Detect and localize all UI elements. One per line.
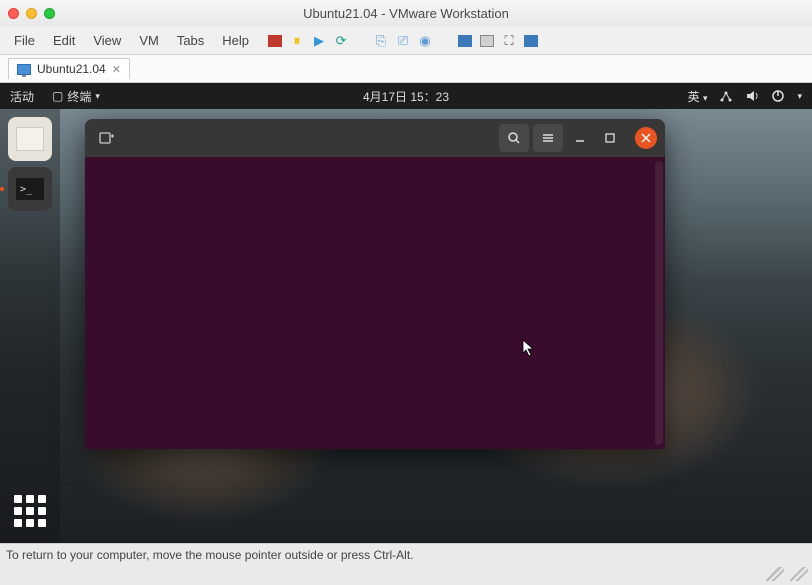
dock-item-files[interactable] [8, 117, 52, 161]
snapshot-icon[interactable]: ⎘ [373, 33, 389, 49]
volume-icon[interactable] [745, 89, 759, 103]
app-menu-label: 终端 [67, 88, 91, 105]
zoom-button[interactable] [44, 8, 55, 19]
scrollbar[interactable] [655, 161, 663, 445]
hamburger-menu-button[interactable] [533, 124, 563, 152]
console-icon[interactable] [479, 33, 495, 49]
network-icon[interactable] [719, 89, 733, 103]
camera-icon[interactable]: ◉ [417, 33, 433, 49]
cursor-icon [522, 339, 536, 357]
maximize-button[interactable] [597, 125, 623, 151]
window-title: Ubuntu21.04 - VMware Workstation [0, 6, 812, 21]
activities-button[interactable]: 活动 [10, 88, 34, 105]
input-method[interactable]: 英 ▾ [688, 88, 708, 105]
status-text: To return to your computer, move the mou… [6, 548, 414, 562]
menu-help[interactable]: Help [214, 30, 257, 51]
chevron-down-icon: ▾ [95, 91, 100, 102]
vm-viewport[interactable]: 活动 ▢ 终端 ▾ 4月17日 15：23 英 ▾ ▾ [0, 83, 812, 543]
gnome-topbar: 活动 ▢ 终端 ▾ 4月17日 15：23 英 ▾ ▾ [0, 83, 812, 109]
terminal-icon: ▢ [52, 89, 63, 103]
menu-file[interactable]: File [6, 30, 43, 51]
host-titlebar: Ubuntu21.04 - VMware Workstation [0, 0, 812, 27]
unity-icon[interactable] [457, 33, 473, 49]
app-menu[interactable]: ▢ 终端 ▾ [46, 86, 106, 107]
dock-item-terminal[interactable]: >_ [8, 167, 52, 211]
snapshot-manager-icon[interactable]: ⎚ [395, 33, 411, 49]
resize-grips [766, 567, 808, 581]
minimize-button[interactable] [567, 125, 593, 151]
pause-icon[interactable]: ⏸ [289, 33, 305, 49]
new-tab-button[interactable] [93, 124, 121, 152]
chevron-down-icon: ▾ [797, 91, 802, 102]
terminal-headerbar [85, 119, 665, 157]
menu-tabs[interactable]: Tabs [169, 30, 212, 51]
tabstrip: Ubuntu21.04 ✕ [0, 55, 812, 83]
dock-show-applications[interactable] [8, 489, 52, 533]
vm-tab-label: Ubuntu21.04 [37, 62, 106, 76]
terminal-prompt-icon: >_ [16, 178, 44, 200]
menu-edit[interactable]: Edit [45, 30, 83, 51]
search-button[interactable] [499, 124, 529, 152]
vm-tab[interactable]: Ubuntu21.04 ✕ [8, 58, 130, 79]
statusbar: To return to your computer, move the mou… [0, 543, 812, 585]
toolbar: ⏸ ▶ ⟳ ⎘ ⎚ ◉ ⛶ [267, 33, 539, 49]
menu-vm[interactable]: VM [131, 30, 167, 51]
terminal-body[interactable] [85, 157, 665, 449]
close-button[interactable] [635, 127, 657, 149]
window-controls [8, 8, 55, 19]
power-icon[interactable] [771, 89, 785, 103]
refresh-icon[interactable]: ⟳ [333, 33, 349, 49]
tab-close-icon[interactable]: ✕ [112, 63, 121, 76]
grip-icon [790, 567, 808, 581]
close-button[interactable] [8, 8, 19, 19]
grip-icon [766, 567, 784, 581]
menubar: File Edit View VM Tabs Help ⏸ ▶ ⟳ ⎘ ⎚ ◉ … [0, 27, 812, 55]
dock: >_ [0, 109, 60, 543]
vm-icon [17, 64, 31, 75]
play-icon[interactable]: ▶ [311, 33, 327, 49]
menu-view[interactable]: View [85, 30, 129, 51]
minimize-button[interactable] [26, 8, 37, 19]
fullscreen-icon[interactable]: ⛶ [501, 33, 517, 49]
seamless-icon[interactable] [523, 33, 539, 49]
record-icon[interactable] [267, 33, 283, 49]
terminal-window[interactable] [85, 119, 665, 449]
